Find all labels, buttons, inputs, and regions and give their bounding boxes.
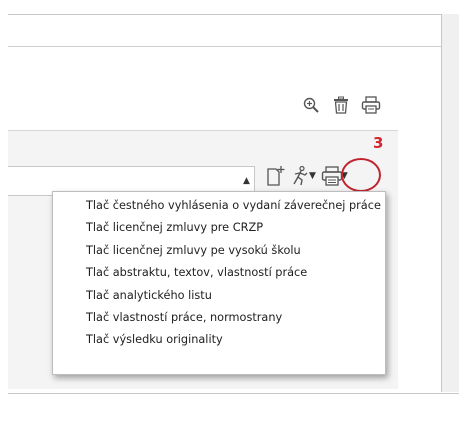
menu-item-print-license-university[interactable]: Tlač licenčnej zmluvy pe vysokú školu	[53, 240, 385, 262]
scrollbar-track[interactable]	[441, 14, 459, 392]
printer-icon[interactable]	[360, 94, 382, 116]
menu-item-print-originality[interactable]: Tlač výsledku originality	[53, 329, 385, 351]
highlight-circle	[341, 158, 381, 192]
step-number: 3	[373, 134, 384, 152]
menu-item-print-abstract[interactable]: Tlač abstraktu, textov, vlastností práce	[53, 262, 385, 284]
menu-item-print-analytic-sheet[interactable]: Tlač analytického listu	[53, 285, 385, 307]
zoom-in-icon[interactable]	[300, 94, 322, 116]
print-menu: Tlač čestného vyhlásenia o vydaní závere…	[52, 191, 386, 375]
running-man-dropdown-icon[interactable]: ▼	[309, 171, 316, 181]
menu-item-print-declaration[interactable]: Tlač čestného vyhlásenia o vydaní závere…	[53, 195, 385, 217]
divider	[8, 46, 441, 47]
menu-item-print-license-crzp[interactable]: Tlač licenčnej zmluvy pre CRZP	[53, 217, 385, 239]
new-document-icon[interactable]	[264, 163, 288, 189]
trash-icon[interactable]	[330, 94, 352, 116]
collapse-caret-icon[interactable]: ▲	[243, 176, 250, 186]
work-toolbar: ▼ ▼	[264, 163, 352, 189]
menu-item-print-properties[interactable]: Tlač vlastností práce, normostrany	[53, 307, 385, 329]
record-toolbar	[300, 93, 382, 117]
